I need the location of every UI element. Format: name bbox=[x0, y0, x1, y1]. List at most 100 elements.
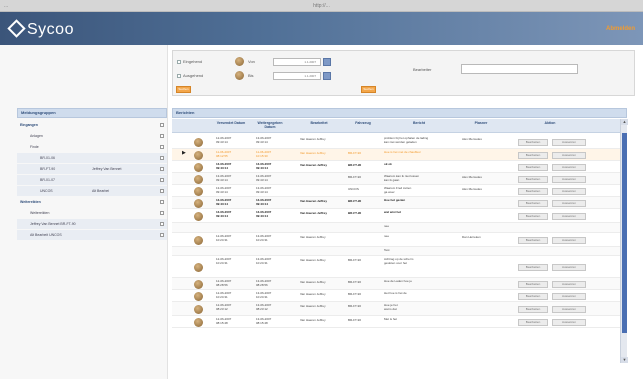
to-date-input[interactable]: 1.1.2007 bbox=[273, 71, 321, 80]
edit-button[interactable]: Bearbeiten bbox=[518, 318, 548, 326]
results-scrollbar[interactable]: ▲ ▼ bbox=[620, 119, 628, 363]
sent-time: 09:43:14 bbox=[216, 166, 229, 170]
outgoing-label: Ausgehend bbox=[183, 73, 204, 78]
logout-link[interactable]: Abmelden bbox=[606, 26, 635, 32]
edit-button[interactable]: Bearbeiten bbox=[518, 163, 548, 171]
tree-item-label: UNCOS bbox=[40, 189, 53, 193]
column-header[interactable]: Fahrzeug bbox=[346, 121, 380, 125]
scrollbar-thumb[interactable] bbox=[622, 133, 627, 333]
edit-button[interactable]: Bearbeiten bbox=[518, 175, 548, 183]
suspend-button[interactable]: Aussetzen bbox=[552, 138, 586, 146]
from-date-input[interactable]: 1.1.2007 bbox=[273, 57, 321, 66]
outgoing-checkbox[interactable] bbox=[177, 73, 181, 78]
edit-button[interactable]: Bearbeiten bbox=[518, 280, 548, 288]
table-row[interactable]: 12-06-2007 09:43:14 13-06-2007 09:43:14 Van … bbox=[172, 135, 620, 149]
tree-item-checkbox[interactable] bbox=[160, 178, 164, 182]
planner: Alex Mercedes bbox=[462, 187, 482, 191]
tree-item-checkbox[interactable] bbox=[160, 123, 164, 127]
vehicle: BR-FT-90 bbox=[348, 163, 362, 167]
edit-button[interactable]: Bearbeiten bbox=[518, 151, 548, 159]
tree-item[interactable]: Eingangen bbox=[17, 120, 167, 130]
sent-time: 09:43:14 bbox=[216, 190, 228, 194]
editor-input[interactable] bbox=[461, 64, 578, 74]
table-row[interactable]: nee bbox=[172, 223, 620, 233]
suspend-button[interactable]: Aussetzen bbox=[552, 212, 586, 220]
message-text: Hoe de Laden hoe je bbox=[384, 279, 412, 283]
column-header[interactable]: Bearbeitet bbox=[296, 121, 342, 125]
edit-button[interactable]: Bearbeiten bbox=[518, 187, 548, 195]
tree-item-checkbox[interactable] bbox=[160, 200, 164, 204]
vehicle: BR-FT-90 bbox=[348, 318, 362, 322]
tree-item-checkbox[interactable] bbox=[160, 145, 164, 149]
tree-item-checkbox[interactable] bbox=[160, 134, 164, 138]
tree-item-checkbox[interactable] bbox=[160, 156, 164, 160]
tree-item[interactable]: Jeffrey Van Bennet BR-FT-90 bbox=[17, 219, 167, 229]
suspend-button[interactable]: Aussetzen bbox=[552, 280, 586, 288]
table-row[interactable]: 12-06-2007 08:28:56 13-06-2007 08:28:56 Van … bbox=[172, 278, 620, 290]
suspend-button[interactable]: Aussetzen bbox=[552, 292, 586, 300]
message-text: Hoe het gezien bbox=[384, 198, 406, 202]
vehicle: BR-FT-90 bbox=[348, 304, 362, 308]
column-header[interactable]: Weitergegeben Datum bbox=[252, 121, 288, 129]
incoming-checkbox[interactable] bbox=[177, 59, 181, 64]
tree-item[interactable]: BR-FT-90 Jeffrey Van Bennet bbox=[17, 164, 167, 174]
edit-button[interactable]: Bearbeiten bbox=[518, 305, 548, 313]
tree-item[interactable]: Finde bbox=[17, 142, 167, 152]
table-row[interactable]: Test bbox=[172, 247, 620, 256]
suspend-button[interactable]: Aussetzen bbox=[552, 236, 586, 244]
column-header[interactable]: Aktion bbox=[510, 121, 590, 125]
tree-item-label: Weitereikten bbox=[30, 211, 50, 215]
table-row[interactable]: 12-06-2007 10:24:31 13-06-2007 10:24:31 Van … bbox=[172, 290, 620, 302]
planner: Alex Mercedes bbox=[462, 137, 482, 141]
table-row[interactable]: 12-06-2007 08:23:12 13-06-2007 08:23:12 Van … bbox=[172, 302, 620, 316]
edit-button[interactable]: Bearbeiten bbox=[518, 138, 548, 146]
vehicle: UNCOS bbox=[348, 187, 359, 191]
table-row[interactable]: 13-06-2007 09:43:14 13-06-2007 09:43:14 BR-F… bbox=[172, 173, 620, 185]
suspend-button[interactable]: Aussetzen bbox=[552, 175, 586, 183]
tree-item[interactable]: Anlagen bbox=[17, 131, 167, 141]
suspend-button[interactable]: Aussetzen bbox=[552, 199, 586, 207]
edit-button[interactable]: Bearbeiten bbox=[518, 263, 548, 271]
tree-item-checkbox[interactable] bbox=[160, 211, 164, 215]
scroll-up-icon[interactable]: ▲ bbox=[621, 119, 628, 125]
suspend-button[interactable]: Aussetzen bbox=[552, 318, 586, 326]
table-row[interactable]: ▶ 11-06-2007 08:12:55 11-06-2007 10:15:30 Van… bbox=[172, 149, 620, 161]
table-row[interactable]: 12-06-2007 08:15:48 13-06-2007 08:15:48 Van … bbox=[172, 316, 620, 328]
tree-item-checkbox[interactable] bbox=[160, 222, 164, 226]
suspend-button[interactable]: Aussetzen bbox=[552, 305, 586, 313]
edit-button[interactable]: Bearbeiten bbox=[518, 199, 548, 207]
edit-button[interactable]: Bearbeiten bbox=[518, 236, 548, 244]
search-button-left[interactable]: Suchen bbox=[176, 86, 191, 93]
to-calendar-icon[interactable] bbox=[323, 71, 331, 80]
table-row[interactable]: 13-06-2007 09:43:14 13-06-2007 09:43:14 Van … bbox=[172, 197, 620, 209]
tree-item[interactable]: Weitereikten bbox=[17, 208, 167, 218]
tree-item-checkbox[interactable] bbox=[160, 167, 164, 171]
tree-item-label: Jeffrey Van Bennet BR-FT-90 bbox=[30, 222, 76, 226]
tree-item-checkbox[interactable] bbox=[160, 189, 164, 193]
table-row[interactable]: 13-06-2007 09:43:14 13-06-2007 09:43:14 UNCO… bbox=[172, 185, 620, 197]
column-header[interactable]: Plasner bbox=[458, 121, 504, 125]
suspend-button[interactable]: Aussetzen bbox=[552, 163, 586, 171]
table-row[interactable]: 13-06-2007 09:43:14 13-06-2007 09:43:14 Van … bbox=[172, 209, 620, 223]
column-header[interactable]: Bericht bbox=[380, 121, 458, 125]
suspend-button[interactable]: Aussetzen bbox=[552, 187, 586, 195]
edit-button[interactable]: Bearbeiten bbox=[518, 212, 548, 220]
tree-item[interactable]: Alt Bearbeit UNCOS bbox=[17, 230, 167, 240]
tree-item[interactable]: Weitereikten bbox=[17, 197, 167, 207]
tree-item[interactable]: BR-01-07 bbox=[17, 175, 167, 185]
message-text: nee bbox=[384, 224, 390, 228]
tree-item[interactable]: UNCOS Alt Bearbei bbox=[17, 186, 167, 196]
message-text: Test bbox=[384, 248, 390, 252]
column-header[interactable]: Versendet Datum bbox=[212, 121, 250, 125]
table-row[interactable]: 13-06-2007 09:43:14 13-06-2007 09:43:14 Van … bbox=[172, 161, 620, 173]
edit-button[interactable]: Bearbeiten bbox=[518, 292, 548, 300]
from-calendar-icon[interactable] bbox=[323, 57, 331, 66]
scroll-down-icon[interactable]: ▼ bbox=[621, 357, 628, 363]
tree-item-checkbox[interactable] bbox=[160, 233, 164, 237]
suspend-button[interactable]: Aussetzen bbox=[552, 151, 586, 159]
tree-item[interactable]: BR-01-06 bbox=[17, 153, 167, 163]
suspend-button[interactable]: Aussetzen bbox=[552, 263, 586, 271]
table-row[interactable]: 12-06-2007 10:24:31 13-06-2007 10:24:31 Van … bbox=[172, 256, 620, 278]
table-row[interactable]: 12-06-2007 10:24:31 13-06-2007 10:24:31 Van … bbox=[172, 233, 620, 247]
search-button-right[interactable]: Suchen bbox=[361, 86, 376, 93]
